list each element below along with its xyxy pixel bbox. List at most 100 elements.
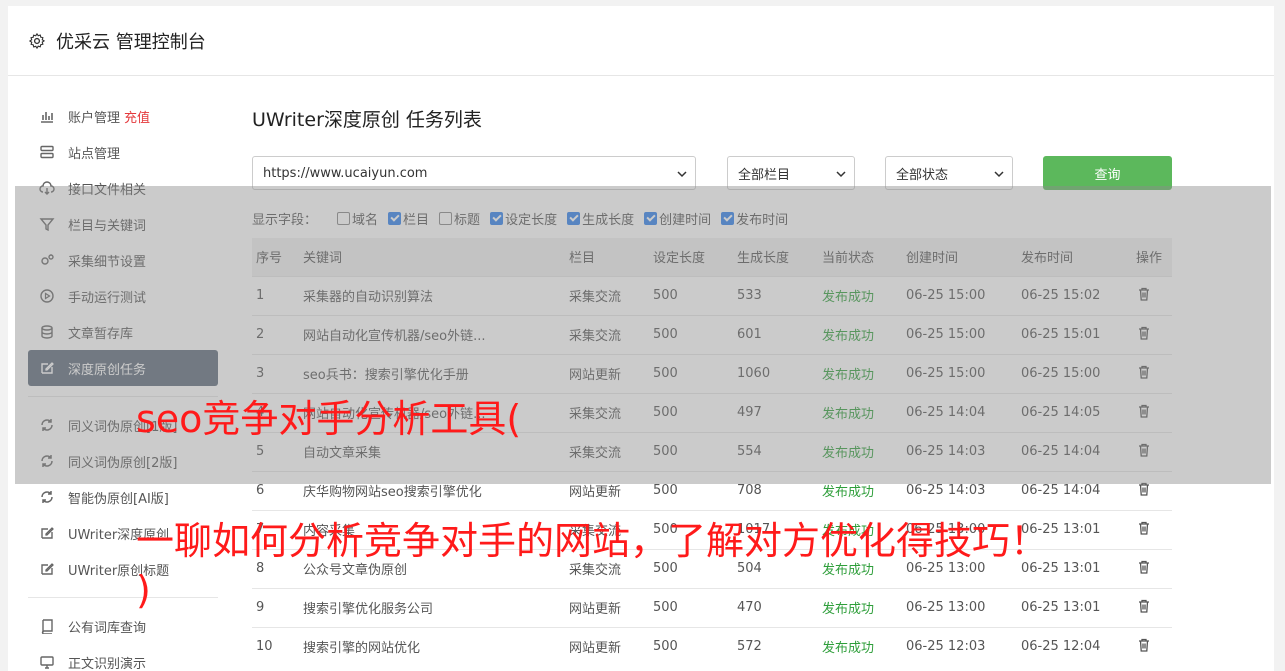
checkbox-box[interactable] (439, 211, 453, 225)
sidebar-item-a-2[interactable]: 接口文件相关 (28, 170, 218, 206)
table-cell: 1060 (733, 353, 818, 393)
delete-icon[interactable] (1132, 392, 1172, 432)
column-select-value: 全部栏目 (738, 167, 791, 183)
table-cell: 8 (252, 548, 299, 588)
sidebar-item-b-0[interactable]: 同义词伪原创[1版] (28, 407, 218, 443)
chevron-down-icon (677, 171, 687, 178)
checkbox-box[interactable] (644, 211, 658, 225)
table-cell: 公众号文章伪原创 (299, 548, 565, 588)
monitor-icon (38, 653, 56, 671)
delete-icon[interactable] (1132, 587, 1172, 627)
table-cell: 500 (649, 509, 733, 549)
task-table: 序号 关键词 栏目 设定长度 生成长度 当前状态 创建时间 发布时间 操作 1 采集器的自动识别算… (252, 238, 1172, 666)
delete-icon[interactable] (1132, 353, 1172, 393)
sidebar-item-c-0[interactable]: 公有词库查询 (28, 608, 218, 644)
sidebar-item-a-6[interactable]: 文章暂存库 (28, 314, 218, 350)
column-select[interactable]: 全部栏目 (727, 156, 855, 190)
table-cell: 06-25 15:00 (902, 314, 1017, 354)
delete-icon[interactable] (1132, 275, 1172, 315)
field-checkbox-0[interactable]: 域名 (337, 209, 378, 228)
field-checkbox-6[interactable]: 发布时间 (721, 209, 788, 228)
field-checkbox-3[interactable]: 设定长度 (490, 209, 557, 228)
sidebar-item-label: 账户管理 (68, 110, 121, 126)
table-cell: 708 (733, 470, 818, 510)
table-row: 5 自动文章采集 采集交流 500 554 发布成功 06-25 14:03 06-25 14… (252, 431, 1172, 471)
sidebar-item-label: 正文识别演示 (68, 656, 147, 671)
book-icon (38, 617, 56, 635)
checkbox-box[interactable] (388, 211, 402, 225)
sidebar-item-a-7[interactable]: 深度原创任务 (28, 350, 218, 386)
table-cell: 06-25 14:03 (902, 470, 1017, 510)
column-header-8: 操作 (1132, 238, 1172, 276)
sidebar-item-b-4[interactable]: UWriter原创标题 (28, 551, 218, 587)
query-button[interactable]: 查询 (1043, 156, 1172, 190)
table-cell: 发布成功 (818, 509, 902, 549)
sidebar-item-b-2[interactable]: 智能伪原创[AI版] (28, 479, 218, 515)
table-cell: 6 (252, 470, 299, 510)
chevron-down-icon (836, 171, 846, 178)
checkbox-label: 域名 (352, 212, 379, 228)
main-content: UWriter深度原创 任务列表 https://www.ucaiyun.com… (252, 102, 1172, 666)
table-cell: 采集器的自动识别算法 (299, 275, 565, 315)
column-header-6: 创建时间 (902, 238, 1017, 276)
sidebar-divider (28, 597, 218, 598)
status-select-value: 全部状态 (896, 167, 949, 183)
table-cell: 06-25 15:00 (902, 275, 1017, 315)
checkbox-box[interactable] (721, 211, 735, 225)
field-checkbox-4[interactable]: 生成长度 (567, 209, 634, 228)
delete-icon[interactable] (1132, 548, 1172, 588)
delete-icon[interactable] (1132, 314, 1172, 354)
field-checkbox-2[interactable]: 标题 (439, 209, 480, 228)
play-circle-icon (38, 287, 56, 305)
delete-icon[interactable] (1132, 626, 1172, 666)
table-cell: 采集交流 (565, 509, 649, 549)
checkbox-label: 栏目 (403, 212, 430, 228)
table-cell: 发布成功 (818, 626, 902, 666)
sidebar-item-b-1[interactable]: 同义词伪原创[2版] (28, 443, 218, 479)
table-cell: 搜索引擎的网站优化 (299, 626, 565, 666)
table-cell: 10 (252, 626, 299, 666)
field-checkbox-1[interactable]: 栏目 (388, 209, 429, 228)
table-cell: 发布成功 (818, 548, 902, 588)
site-select-value: https://www.ucaiyun.com (263, 165, 428, 181)
table-row: 8 公众号文章伪原创 采集交流 500 504 发布成功 06-25 13:00 06-25 … (252, 548, 1172, 588)
table-cell: 06-25 14:04 (1017, 431, 1132, 471)
checkbox-box[interactable] (490, 211, 504, 225)
page-title: UWriter深度原创 任务列表 (252, 109, 482, 131)
sidebar-item-c-1[interactable]: 正文识别演示 (28, 644, 218, 671)
delete-icon[interactable] (1132, 470, 1172, 510)
checkbox-label: 标题 (454, 212, 481, 228)
column-header-0: 序号 (252, 238, 299, 276)
sidebar-item-a-5[interactable]: 手动运行测试 (28, 278, 218, 314)
table-cell: 发布成功 (818, 587, 902, 627)
sidebar-item-a-4[interactable]: 采集细节设置 (28, 242, 218, 278)
table-cell: 06-25 12:04 (1017, 626, 1132, 666)
status-select[interactable]: 全部状态 (885, 156, 1013, 190)
table-cell: 500 (649, 470, 733, 510)
table-cell: 500 (649, 587, 733, 627)
sidebar-item-b-3[interactable]: UWriter深度原创 (28, 515, 218, 551)
checkbox-box[interactable] (337, 211, 351, 225)
recharge-link[interactable]: 充值 (124, 107, 150, 126)
table-cell: 06-25 13:01 (1017, 509, 1132, 549)
sidebar-item-label: 深度原创任务 (68, 362, 147, 378)
sidebar-item-a-3[interactable]: 栏目与关键词 (28, 206, 218, 242)
edit-icon (38, 524, 56, 542)
refresh-icon (38, 416, 56, 434)
checkbox-box[interactable] (567, 211, 581, 225)
column-header-3: 设定长度 (649, 238, 733, 276)
table-cell: 1 (252, 275, 299, 315)
sidebar-item-a-0[interactable]: 账户管理 充值 (28, 98, 218, 134)
sidebar-item-label: 同义词伪原创[1版] (68, 419, 178, 435)
site-select[interactable]: https://www.ucaiyun.com (252, 156, 696, 190)
gears-icon (38, 251, 56, 269)
sidebar-item-a-1[interactable]: 站点管理 (28, 134, 218, 170)
delete-icon[interactable] (1132, 431, 1172, 471)
field-checkbox-5[interactable]: 创建时间 (644, 209, 711, 228)
table-cell: 1017 (733, 509, 818, 549)
table-cell: 采集交流 (565, 548, 649, 588)
delete-icon[interactable] (1132, 509, 1172, 549)
column-header-7: 发布时间 (1017, 238, 1132, 276)
sidebar-item-label: 手动运行测试 (68, 290, 147, 306)
table-row: 9 搜索引擎优化服务公司 网站更新 500 470 发布成功 06-25 13:00 06-2… (252, 587, 1172, 627)
